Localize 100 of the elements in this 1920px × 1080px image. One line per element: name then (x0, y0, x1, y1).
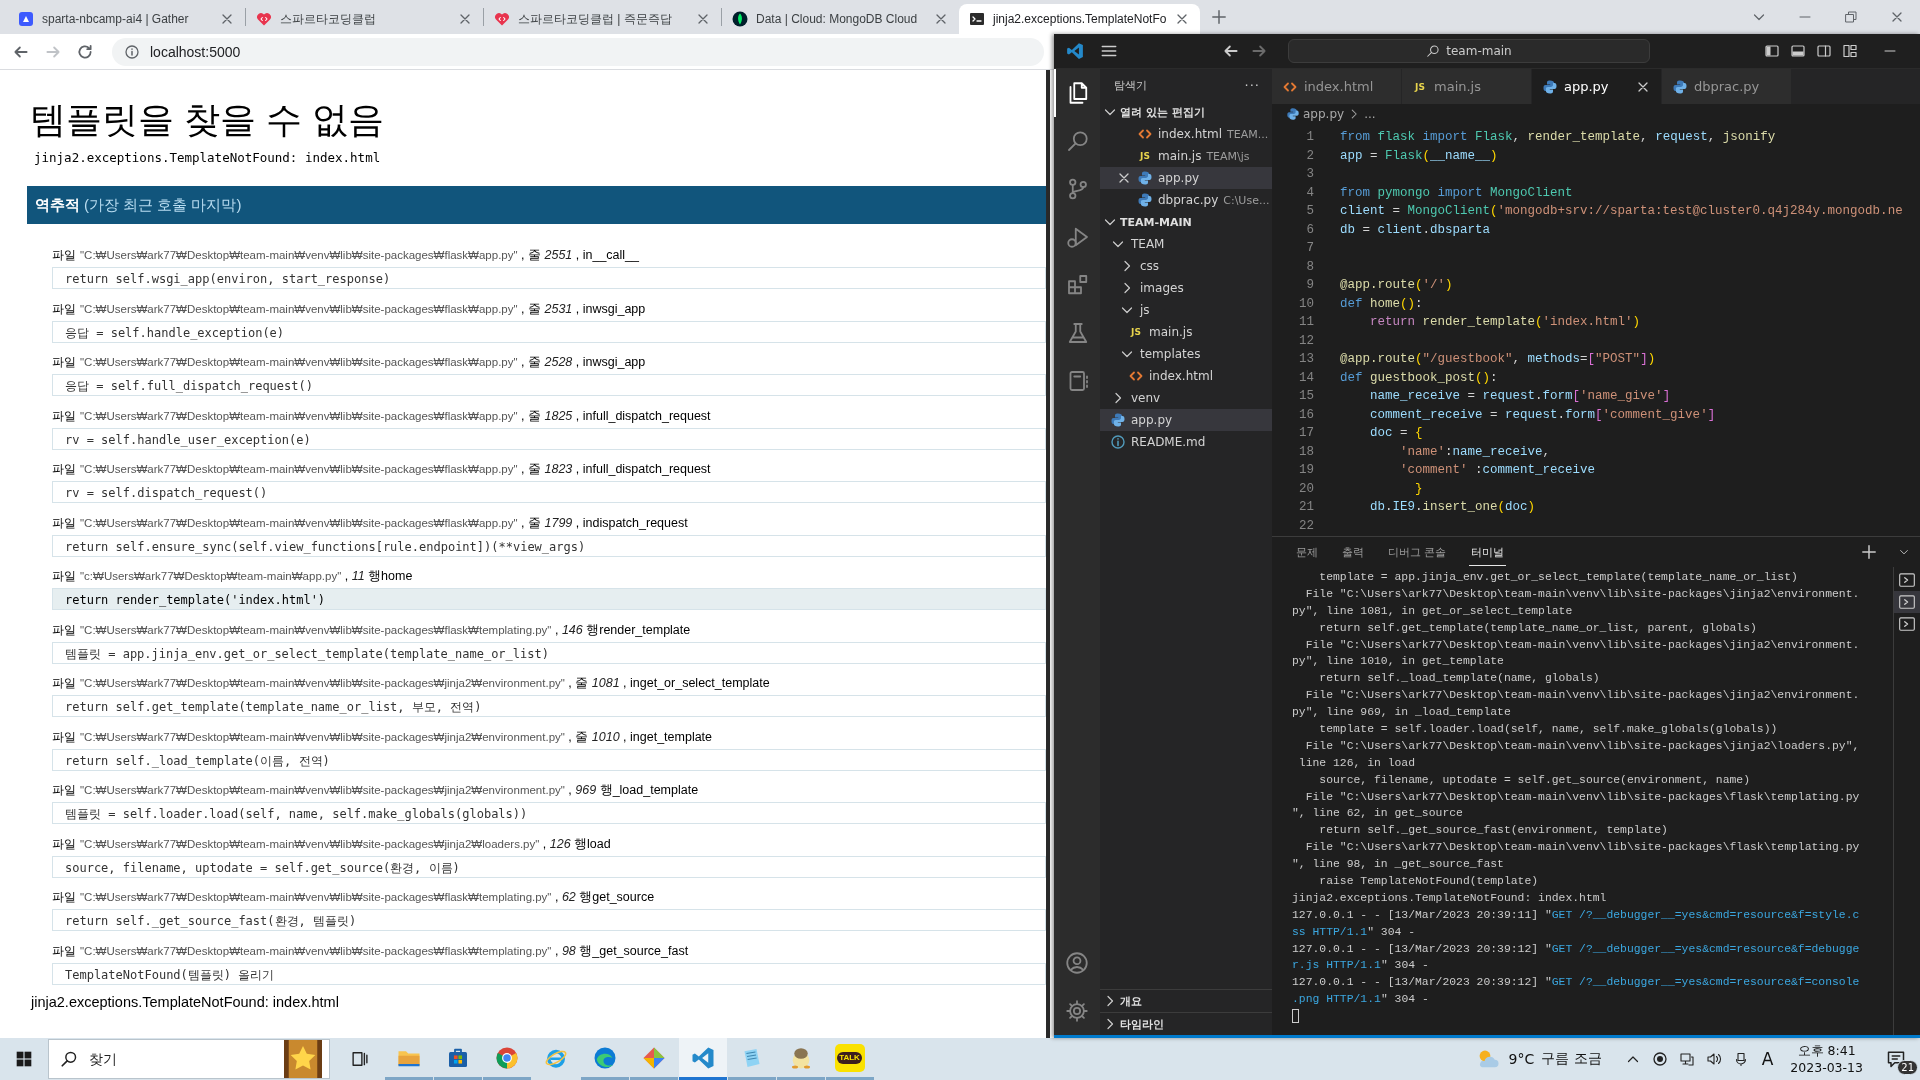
terminal-icon[interactable] (1898, 571, 1916, 589)
panel-tab[interactable]: 디버그 콘솔 (1386, 538, 1449, 566)
folder-item[interactable]: TEAM (1100, 233, 1272, 255)
line-number: 3 (1305, 167, 1314, 182)
terminal-icon[interactable] (1898, 615, 1916, 633)
traceback-note: (가장 최근 호출 마지막) (84, 195, 242, 215)
js-file-icon: JS (1137, 151, 1153, 161)
editor-tab[interactable]: dbprac.py (1662, 69, 1792, 104)
temperature-text[interactable]: 9°C (1508, 1051, 1535, 1067)
line-number: 15 (1298, 389, 1314, 404)
terminal-line: template = app.jinja_env.get_or_select_template(template_name_or_list) (1318, 570, 1799, 585)
taskbar-app[interactable] (678, 1038, 727, 1080)
tricolor-circle-icon (494, 1045, 519, 1070)
wave-circle-icon (592, 1045, 617, 1070)
settings-icon[interactable] (1065, 999, 1089, 1023)
breadcrumb-item[interactable]: app.py (1303, 107, 1345, 121)
start-icon[interactable] (15, 1050, 33, 1068)
terminal-line: File "C:\Users\ark77\Desktop\team-main\venv\lib\site-packages\flask\templating.py (1304, 840, 1861, 856)
reload-icon[interactable] (76, 42, 94, 61)
terminal-line: File "C:\Users\ark77\Desktop\team-main\venv\lib\site-packages\jinja2\loaders.py", (1304, 738, 1861, 754)
text-cursor (1292, 1009, 1299, 1024)
split-layout-icon[interactable] (1816, 43, 1832, 59)
editor-tab[interactable]: JS main.js (1402, 69, 1532, 104)
breadcrumb-item[interactable]: ... (1364, 107, 1376, 121)
panel-tab[interactable]: 터미널 (1468, 538, 1506, 566)
command-center-field[interactable]: team-main (1288, 39, 1650, 63)
file-item[interactable]: JS main.js (1100, 321, 1272, 343)
line-number: 10 (1298, 296, 1314, 311)
open-editor-item[interactable]: JS main.js TEAM\js (1100, 145, 1272, 167)
folder-item[interactable]: images (1100, 277, 1272, 299)
terminal-icon (969, 11, 985, 27)
toggle-sidebar-icon[interactable] (1764, 43, 1780, 59)
terminal-line: ", line 62, in get_source (1292, 806, 1464, 822)
terminal-line: File "C:\Users\ark77\Desktop\team-main\venv\lib\site-packages\jinja2\environment. (1304, 637, 1861, 653)
extensions-icon (1066, 273, 1090, 297)
file-item[interactable]: README.md (1100, 431, 1272, 453)
traceback-heading: 역추적 (35, 195, 80, 215)
traceback-line: 파일 "C:₩Users₩ark77₩Desktop₩team-main₩venv₩lib₩site-packages₩flask₩app.py" , 줄 2551 , in__call__ (52, 247, 640, 264)
terminal-line: py", line 1010, in get_template (1292, 654, 1505, 670)
browser-tab[interactable]: sparta-nbcamp-ai4 | Gather (8, 4, 245, 34)
editor-tab[interactable]: app.py (1532, 69, 1662, 104)
open-editor-item[interactable]: app.py (1100, 167, 1272, 189)
browser-tab[interactable]: 스파르타코딩클럽 | 즉문즉답 (484, 4, 721, 34)
heart-icon (256, 11, 272, 27)
traceback-line: 파일 "C:₩Users₩ark77₩Desktop₩team-main₩venv₩lib₩site-packages₩jinja2₩environment.py" , 줄 1010 , inget_template (52, 728, 713, 746)
section-header[interactable]: TEAM-MAIN (1100, 211, 1272, 233)
line-number: 22 (1298, 518, 1314, 533)
task-view-icon[interactable] (350, 1049, 370, 1069)
browser-tab[interactable]: 스파르타코딩클럽 (246, 4, 483, 34)
add-terminal-icon[interactable] (1860, 543, 1878, 561)
weather-text[interactable]: 구름 조금 (1541, 1050, 1602, 1068)
restore-icon[interactable] (1843, 9, 1859, 25)
input-method-indicator[interactable]: A (1761, 1049, 1774, 1069)
file-item[interactable]: index.html (1100, 365, 1272, 387)
toggle-panel-icon[interactable] (1790, 43, 1806, 59)
open-editor-item[interactable]: dbprac.py C:\Use... (1100, 189, 1272, 211)
open-editor-item[interactable]: index.html TEAM... (1100, 123, 1272, 145)
panel-tab[interactable]: 출력 (1340, 538, 1366, 566)
code-text: @app.route("/guestbook", methods=["POST"]) (1340, 352, 1656, 367)
traceback-line: 파일 "C:₩Users₩ark77₩Desktop₩team-main₩venv₩lib₩site-packages₩jinja2₩environment.py" , 줄 1081 , inget_or_select_template (52, 675, 770, 692)
line-number: 11 (1298, 315, 1314, 330)
section-header[interactable]: 열려 있는 편집기 (1100, 101, 1272, 123)
volume-icon[interactable] (1705, 1051, 1722, 1067)
clock-time[interactable]: 오후 8:41 (1797, 1042, 1856, 1059)
terminal-line: File "C:\Users\ark77\Desktop\team-main\venv\lib\site-packages\jinja2\environment. (1304, 586, 1861, 602)
folder-item[interactable]: js (1100, 299, 1272, 321)
traceback-line: 파일 "C:₩Users₩ark77₩Desktop₩team-main₩venv₩lib₩site-packages₩flask₩app.py" , 줄 1799 , indispatch_request (52, 514, 688, 532)
folder-item[interactable]: venv (1100, 387, 1272, 409)
more-actions-button[interactable]: ··· (1244, 77, 1260, 93)
browser-tab[interactable]: jinja2.exceptions.TemplateNotFo (959, 4, 1201, 34)
clock-date[interactable]: 2023-03-13 (1790, 1059, 1863, 1076)
file-item[interactable]: app.py (1100, 409, 1272, 431)
line-number: 18 (1298, 444, 1314, 459)
code-text: 'name':name_receive, (1399, 444, 1551, 459)
panel-tab[interactable]: 문제 (1294, 538, 1320, 566)
section-header[interactable]: 개요 (1100, 989, 1272, 1012)
sidebar-title: 탐색기 (1114, 77, 1147, 93)
line-number: 2 (1305, 148, 1314, 163)
record-icon[interactable] (1651, 1051, 1668, 1067)
leaf-icon (732, 11, 748, 27)
terminal-line: File "C:\Users\ark77\Desktop\team-main\venv\lib\site-packages\jinja2\environment. (1304, 688, 1861, 704)
folder-item[interactable]: templates (1100, 343, 1272, 365)
info-icon[interactable] (124, 43, 140, 60)
address-field[interactable]: localhost:5000 (112, 37, 1044, 66)
code-text: 'comment' :comment_receive (1399, 463, 1596, 478)
new-tab-icon[interactable] (1210, 8, 1229, 26)
taskbar-app[interactable]: TALK (825, 1038, 874, 1080)
account-icon[interactable] (1065, 951, 1089, 975)
terminal-line: 127.0.0.1 - - [13/Mar/2023 20:39:11] "GET /?__debugger__=yes&cmd=resource&f=style.c (1292, 907, 1861, 923)
terminal-icon[interactable] (1898, 593, 1916, 611)
editor-tab[interactable]: index.html (1272, 69, 1402, 104)
traceback-line: 파일 "c:₩Users₩ark77₩Desktop₩team-main₩app.py" , 11 행home (52, 568, 413, 585)
layout-icon[interactable] (1842, 43, 1858, 59)
terminal-line: 127.0.0.1 - - [13/Mar/2023 20:39:12] "GET /?__debugger__=yes&cmd=resource&f=debugge (1292, 941, 1861, 957)
python-file-icon (1672, 78, 1688, 95)
network-icon[interactable] (1678, 1051, 1695, 1067)
browser-tab[interactable]: Data | Cloud: MongoDB Cloud (722, 4, 959, 34)
app-logo-icon (1066, 42, 1084, 60)
folder-item[interactable]: css (1100, 255, 1272, 277)
code-text: doc = { (1369, 426, 1423, 441)
